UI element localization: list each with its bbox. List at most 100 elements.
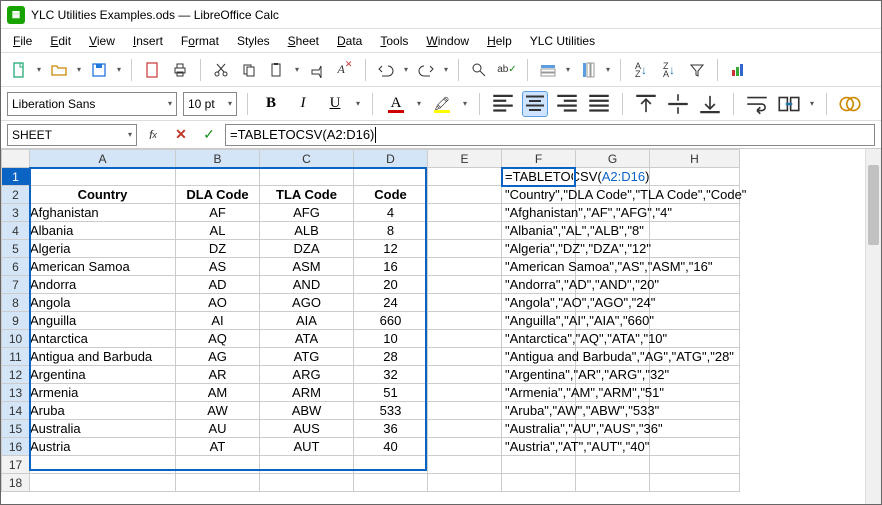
cell-F10[interactable]: "Antarctica","AQ","ATA","10"	[502, 330, 576, 348]
cell-A10[interactable]: Antarctica	[30, 330, 176, 348]
spreadsheet-grid[interactable]: ABCDEFGH1=TABLETOCSV(A2:D16)2CountryDLA …	[1, 149, 881, 504]
new-dropdown[interactable]: ▾	[35, 65, 43, 74]
cell-A7[interactable]: Andorra	[30, 276, 176, 294]
select-all-corner[interactable]	[2, 150, 30, 168]
cell-D8[interactable]: 24	[354, 294, 428, 312]
formula-input[interactable]: =TABLETOCSV(A2:D16)	[225, 124, 875, 146]
cell-D14[interactable]: 533	[354, 402, 428, 420]
cell-E15[interactable]	[428, 420, 502, 438]
cell-D17[interactable]	[354, 456, 428, 474]
accept-button[interactable]: ✓	[197, 124, 221, 146]
cell-F17[interactable]	[502, 456, 576, 474]
column-header-F[interactable]: F	[502, 150, 576, 168]
bold-button[interactable]: B	[258, 91, 284, 117]
cell-E10[interactable]	[428, 330, 502, 348]
underline-button[interactable]: U	[322, 91, 348, 117]
cell-D16[interactable]: 40	[354, 438, 428, 456]
save-button[interactable]	[87, 58, 111, 82]
cell-F6[interactable]: "American Samoa","AS","ASM","16"	[502, 258, 576, 276]
cell-B11[interactable]: AG	[176, 348, 260, 366]
row-header-14[interactable]: 14	[2, 402, 30, 420]
cell-C12[interactable]: ARG	[260, 366, 354, 384]
cut-button[interactable]	[209, 58, 233, 82]
cell-B12[interactable]: AR	[176, 366, 260, 384]
column-header-A[interactable]: A	[30, 150, 176, 168]
cell-H7[interactable]	[650, 276, 740, 294]
column-button[interactable]	[576, 58, 600, 82]
paste-dropdown[interactable]: ▾	[293, 65, 301, 74]
cell-B3[interactable]: AF	[176, 204, 260, 222]
cell-E18[interactable]	[428, 474, 502, 492]
cell-D2[interactable]: Code	[354, 186, 428, 204]
cell-A3[interactable]: Afghanistan	[30, 204, 176, 222]
undo-dropdown[interactable]: ▾	[402, 65, 410, 74]
cell-E5[interactable]	[428, 240, 502, 258]
cell-D13[interactable]: 51	[354, 384, 428, 402]
cell-B1[interactable]	[176, 168, 260, 186]
new-button[interactable]	[7, 58, 31, 82]
cell-A14[interactable]: Aruba	[30, 402, 176, 420]
row-header-2[interactable]: 2	[2, 186, 30, 204]
cell-C1[interactable]	[260, 168, 354, 186]
cell-F12[interactable]: "Argentina","AR","ARG","32"	[502, 366, 576, 384]
row-header-18[interactable]: 18	[2, 474, 30, 492]
merge-cells-button[interactable]	[776, 91, 802, 117]
cell-D15[interactable]: 36	[354, 420, 428, 438]
menu-view[interactable]: View	[81, 32, 123, 50]
cell-H14[interactable]	[650, 402, 740, 420]
wrap-text-button[interactable]	[744, 91, 770, 117]
menu-format[interactable]: Format	[173, 32, 227, 50]
cell-A15[interactable]: Australia	[30, 420, 176, 438]
cell-E1[interactable]	[428, 168, 502, 186]
cell-B7[interactable]: AD	[176, 276, 260, 294]
cell-C15[interactable]: AUS	[260, 420, 354, 438]
cell-A11[interactable]: Antigua and Barbuda	[30, 348, 176, 366]
menu-window[interactable]: Window	[418, 32, 477, 50]
cell-F5[interactable]: "Algeria","DZ","DZA","12"	[502, 240, 576, 258]
cell-C5[interactable]: DZA	[260, 240, 354, 258]
cell-F15[interactable]: "Australia","AU","AUS","36"	[502, 420, 576, 438]
cell-E9[interactable]	[428, 312, 502, 330]
row-button[interactable]	[536, 58, 560, 82]
cell-B15[interactable]: AU	[176, 420, 260, 438]
menu-data[interactable]: Data	[329, 32, 370, 50]
menu-sheet[interactable]: Sheet	[280, 32, 327, 50]
cell-H4[interactable]	[650, 222, 740, 240]
cell-F13[interactable]: "Armenia","AM","ARM","51"	[502, 384, 576, 402]
cell-C3[interactable]: AFG	[260, 204, 354, 222]
underline-dropdown[interactable]: ▾	[354, 99, 362, 108]
cell-D7[interactable]: 20	[354, 276, 428, 294]
cell-E6[interactable]	[428, 258, 502, 276]
font-size-combo[interactable]: 10 pt ▾	[183, 92, 237, 116]
cell-A8[interactable]: Angola	[30, 294, 176, 312]
cell-A18[interactable]	[30, 474, 176, 492]
cell-D9[interactable]: 660	[354, 312, 428, 330]
font-color-button[interactable]: A	[383, 91, 409, 117]
cell-G17[interactable]	[576, 456, 650, 474]
column-header-E[interactable]: E	[428, 150, 502, 168]
cell-A4[interactable]: Albania	[30, 222, 176, 240]
undo-button[interactable]	[374, 58, 398, 82]
row-header-3[interactable]: 3	[2, 204, 30, 222]
highlight-button[interactable]: 🖍	[429, 91, 455, 117]
cell-C4[interactable]: ALB	[260, 222, 354, 240]
vertical-scrollbar[interactable]	[865, 149, 881, 504]
cell-D3[interactable]: 4	[354, 204, 428, 222]
row-header-4[interactable]: 4	[2, 222, 30, 240]
find-button[interactable]	[467, 58, 491, 82]
align-left-button[interactable]	[490, 91, 516, 117]
menu-file[interactable]: File	[5, 32, 40, 50]
align-center-button[interactable]	[522, 91, 548, 117]
column-header-B[interactable]: B	[176, 150, 260, 168]
cell-E13[interactable]	[428, 384, 502, 402]
spellcheck-button[interactable]: ab✓	[495, 58, 519, 82]
cell-B5[interactable]: DZ	[176, 240, 260, 258]
menu-help[interactable]: Help	[479, 32, 520, 50]
cell-B8[interactable]: AO	[176, 294, 260, 312]
cell-D4[interactable]: 8	[354, 222, 428, 240]
row-header-6[interactable]: 6	[2, 258, 30, 276]
align-middle-button[interactable]	[665, 91, 691, 117]
cell-C7[interactable]: AND	[260, 276, 354, 294]
cell-A16[interactable]: Austria	[30, 438, 176, 456]
cell-B10[interactable]: AQ	[176, 330, 260, 348]
